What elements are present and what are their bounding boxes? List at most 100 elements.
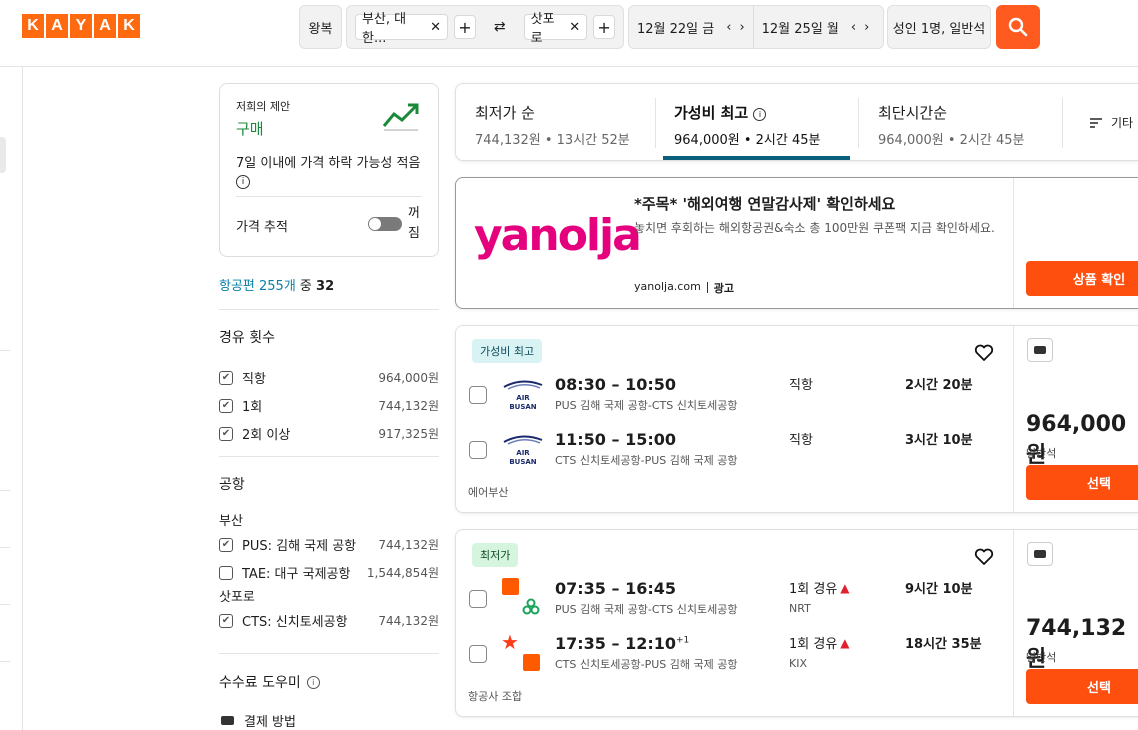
chevron-right-icon[interactable]: › (864, 20, 869, 35)
travelers-select[interactable]: 성인 1명, 일반석 (887, 5, 991, 49)
airport-group-sapporo: 삿포로 (219, 590, 255, 605)
chevron-left-icon[interactable]: ‹ (726, 20, 731, 35)
leg-checkbox[interactable] (469, 386, 487, 404)
warning-icon[interactable]: ▲ (840, 636, 849, 650)
add-destination-button[interactable]: + (593, 15, 615, 39)
flight-result-card[interactable]: 최저가 07:35 – 16:45 PUS 김해 국제 공항-CTS 신치토세공… (455, 529, 1138, 717)
destination-chip[interactable]: 삿포로 ✕ (523, 12, 588, 46)
leg-checkbox[interactable] (469, 590, 487, 608)
sort-tab-fastest[interactable]: 최단시간순 964,000원 • 2시간 45분 (878, 102, 1024, 148)
leg-stops: 직항 (789, 433, 813, 448)
ad-domain[interactable]: yanolja.com (634, 280, 701, 296)
cheapest-badge: 최저가 (472, 543, 519, 567)
rail-divider (0, 604, 10, 605)
airport-option-pus[interactable]: ✔ PUS: 김해 국제 공항 744,132원 (219, 535, 439, 554)
close-icon[interactable]: ✕ (569, 20, 580, 35)
info-icon[interactable]: i (753, 108, 767, 121)
trip-type-select[interactable]: 왕복 (299, 5, 342, 49)
filter-divider (219, 653, 439, 654)
leg-times: 07:35 – 16:45 (555, 579, 676, 598)
stops-filter-title: 경유 횟수 (219, 330, 275, 346)
payment-method-row[interactable]: 결제 방법 (221, 711, 296, 730)
sort-tab-cheapest[interactable]: 최저가 순 744,132원 • 13시간 52분 (475, 102, 630, 148)
depart-date[interactable]: 12월 22일 금 (637, 18, 714, 37)
plus-icon: + (597, 17, 611, 37)
close-icon[interactable]: ✕ (430, 20, 441, 35)
ad-footer: yanolja.com 광고 (634, 280, 734, 296)
add-origin-button[interactable]: + (454, 15, 476, 39)
next-day-indicator: +1 (676, 635, 690, 646)
leg-route: CTS 신치토세공항-PUS 김해 국제 공항 (555, 454, 738, 467)
airline-logo-text: AIR BUSAN (509, 449, 537, 466)
leg-route: PUS 김해 국제 공항-CTS 신치토세공항 (555, 399, 738, 412)
info-icon[interactable]: i (236, 175, 250, 189)
stops-option-1[interactable]: ✔ 1회 744,132원 (219, 396, 439, 415)
leg-times: 08:30 – 10:50 (555, 375, 676, 394)
filter-divider (219, 456, 439, 457)
option-label: TAE: 대구 국제공항 (242, 567, 351, 582)
kayak-logo[interactable]: K A Y A K (22, 14, 140, 38)
card-fee-button[interactable] (1027, 542, 1053, 566)
card-divider (1013, 178, 1014, 308)
best-value-badge: 가성비 최고 (472, 339, 543, 363)
airport-option-tae[interactable]: TAE: 대구 국제공항 1,544,854원 (219, 563, 439, 582)
sort-more-button[interactable]: 기타 (1089, 114, 1133, 131)
results-count: 항공편 255개 중 32 (219, 275, 334, 294)
logo-letter: K (118, 14, 140, 38)
rail-active-indicator[interactable] (0, 137, 6, 173)
results-count-middle: 중 (295, 279, 317, 294)
info-icon[interactable]: i (306, 675, 320, 689)
flight-result-card[interactable]: 가성비 최고 AIR BUSAN 08:30 – 10:50 PUS 김해 국제… (455, 325, 1138, 513)
card-fee-button[interactable] (1027, 338, 1053, 362)
search-button[interactable] (996, 5, 1040, 49)
origin-chip[interactable]: 부산, 대한... ✕ (355, 12, 448, 46)
card-divider (1013, 530, 1014, 716)
checkbox[interactable] (219, 565, 233, 580)
fee-helper-header: 수수료 도우미 i (219, 672, 320, 692)
results-total-link[interactable]: 항공편 255개 (219, 279, 296, 294)
rail-divider (0, 547, 10, 548)
airport-option-cts[interactable]: ✔ CTS: 신치토세공항 744,132원 (219, 611, 439, 630)
heart-icon[interactable] (974, 548, 994, 566)
checkbox[interactable]: ✔ (219, 370, 233, 385)
leg-times: 17:35 – 12:10+1 (555, 634, 689, 653)
airline-logo-text: AIR BUSAN (509, 394, 537, 411)
leg-stops: 1회 경유 ▲ (789, 578, 850, 598)
trip-type-label: 왕복 (308, 21, 333, 37)
select-button[interactable]: 선택 (1026, 465, 1138, 500)
air-busan-logo: AIR BUSAN (502, 379, 544, 412)
leg-route: CTS 신치토세공항-PUS 김해 국제 공항 (555, 658, 738, 671)
chevron-left-icon[interactable]: ‹ (851, 20, 856, 35)
checkbox[interactable]: ✔ (219, 613, 233, 628)
swap-icon[interactable]: ⇄ (494, 19, 506, 35)
leg-times-text: 17:35 – 12:10 (555, 634, 676, 653)
sort-tab-best[interactable]: 가성비 최고 i 964,000원 • 2시간 45분 (674, 102, 820, 148)
card-divider (1013, 326, 1014, 512)
option-label: 1회 (242, 400, 263, 415)
ad-cta-button[interactable]: 상품 확인 (1026, 261, 1138, 296)
origin-label: 부산, 대한... (362, 12, 407, 46)
heart-icon[interactable] (974, 344, 994, 362)
leg-checkbox[interactable] (469, 645, 487, 663)
chevron-right-icon[interactable]: › (739, 20, 744, 35)
credit-card-icon (221, 716, 234, 725)
checkbox[interactable]: ✔ (219, 426, 233, 441)
leg-checkbox[interactable] (469, 441, 487, 459)
toggle-knob (369, 218, 381, 230)
checkbox[interactable]: ✔ (219, 398, 233, 413)
checkbox[interactable]: ✔ (219, 537, 233, 552)
leg-route: PUS 김해 국제 공항-CTS 신치토세공항 (555, 603, 738, 616)
stops-option-direct[interactable]: ✔ 직항 964,000원 (219, 368, 439, 387)
return-date[interactable]: 12월 25일 월 (762, 18, 839, 37)
rail-divider (0, 490, 10, 491)
airport-group-busan: 부산 (219, 514, 243, 529)
leg-duration: 2시간 20분 (905, 378, 973, 393)
ad-card[interactable]: yanolja *주목* '해외여행 연말감사제' 확인하세요 놓치면 후회하는… (455, 177, 1138, 309)
select-button[interactable]: 선택 (1026, 669, 1138, 704)
option-price: 744,132원 (378, 399, 439, 413)
sort-bar: 최저가 순 744,132원 • 13시간 52분 가성비 최고 i 964,0… (455, 83, 1138, 161)
price-track-toggle[interactable] (368, 217, 402, 231)
stops-option-2plus[interactable]: ✔ 2회 이상 917,325원 (219, 424, 439, 443)
warning-icon[interactable]: ▲ (840, 581, 849, 595)
sort-tab-sub: 744,132원 • 13시간 52분 (475, 133, 630, 148)
